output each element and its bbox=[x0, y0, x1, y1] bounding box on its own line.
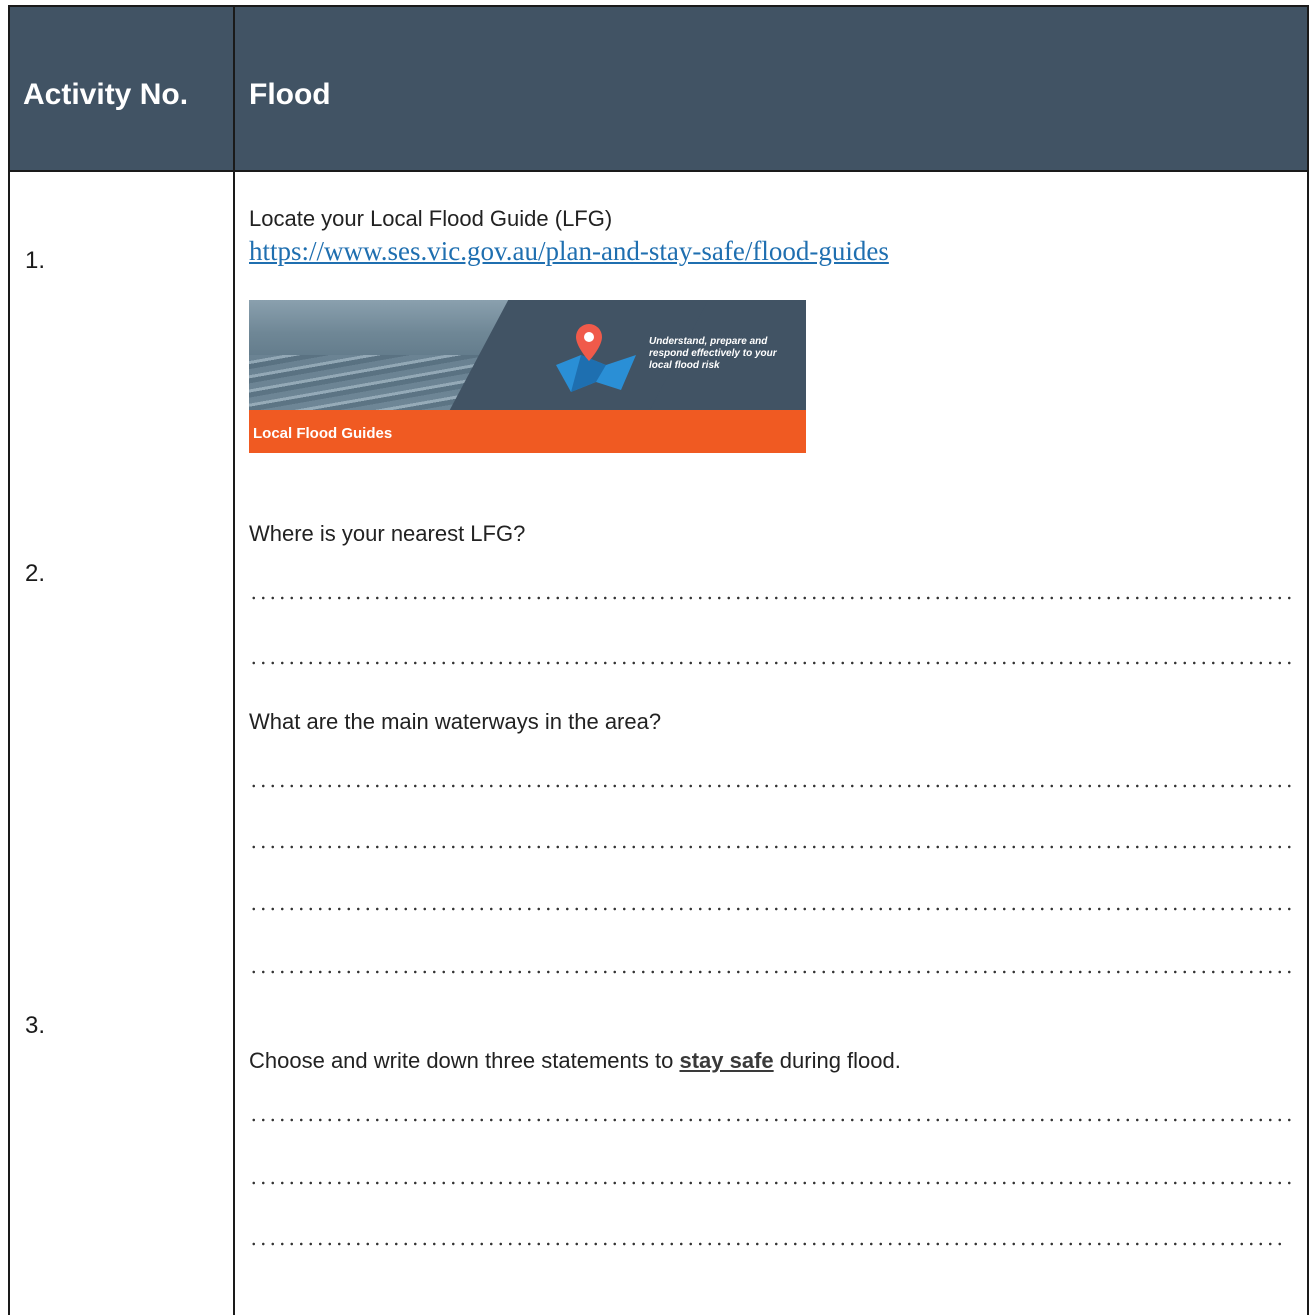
question-stay-safe: Choose and write down three statements t… bbox=[249, 1048, 901, 1074]
answer-line[interactable] bbox=[249, 906, 1291, 912]
table-header: Activity No. Flood bbox=[9, 6, 1308, 171]
stay-safe-emphasis: stay safe bbox=[679, 1048, 774, 1073]
activity-number-3: 3. bbox=[25, 1012, 46, 1039]
question-stay-safe-prefix: Choose and write down three statements t… bbox=[249, 1048, 680, 1073]
question-stay-safe-suffix: during flood. bbox=[773, 1048, 901, 1073]
question-main-waterways: What are the main waterways in the area? bbox=[249, 709, 662, 734]
activity-number-2: 2. bbox=[25, 560, 46, 587]
banner-title: Local Flood Guides bbox=[253, 425, 393, 442]
flood-guides-link[interactable]: https://www.ses.vic.gov.au/plan-and-stay… bbox=[249, 236, 889, 267]
answer-line[interactable] bbox=[249, 1117, 1291, 1123]
worksheet-table: Activity No. Flood 1. 2. 3. Locate your … bbox=[0, 0, 1309, 1315]
activity1-instruction: Locate your Local Flood Guide (LFG) bbox=[249, 206, 613, 231]
header-bottom-border bbox=[8, 170, 1309, 172]
map-pin-icon bbox=[556, 324, 636, 392]
table-left-border bbox=[8, 5, 10, 1315]
column-divider bbox=[233, 5, 235, 1315]
answer-line[interactable] bbox=[249, 969, 1291, 975]
header-activity-no: Activity No. bbox=[23, 78, 189, 111]
banner-tagline: Understand, prepare and respond effectiv… bbox=[649, 336, 777, 371]
answer-line[interactable] bbox=[249, 595, 1291, 601]
local-flood-guides-banner: Understand, prepare and respond effectiv… bbox=[249, 300, 806, 453]
question-nearest-lfg: Where is your nearest LFG? bbox=[249, 521, 526, 546]
activity-number-1: 1. bbox=[25, 247, 46, 274]
table-top-border bbox=[8, 5, 1309, 7]
answer-line[interactable] bbox=[249, 783, 1291, 789]
header-flood: Flood bbox=[249, 78, 331, 111]
answer-line[interactable] bbox=[249, 844, 1291, 850]
answer-line[interactable] bbox=[249, 1241, 1281, 1247]
answer-line[interactable] bbox=[249, 1180, 1291, 1186]
answer-line[interactable] bbox=[249, 660, 1291, 666]
